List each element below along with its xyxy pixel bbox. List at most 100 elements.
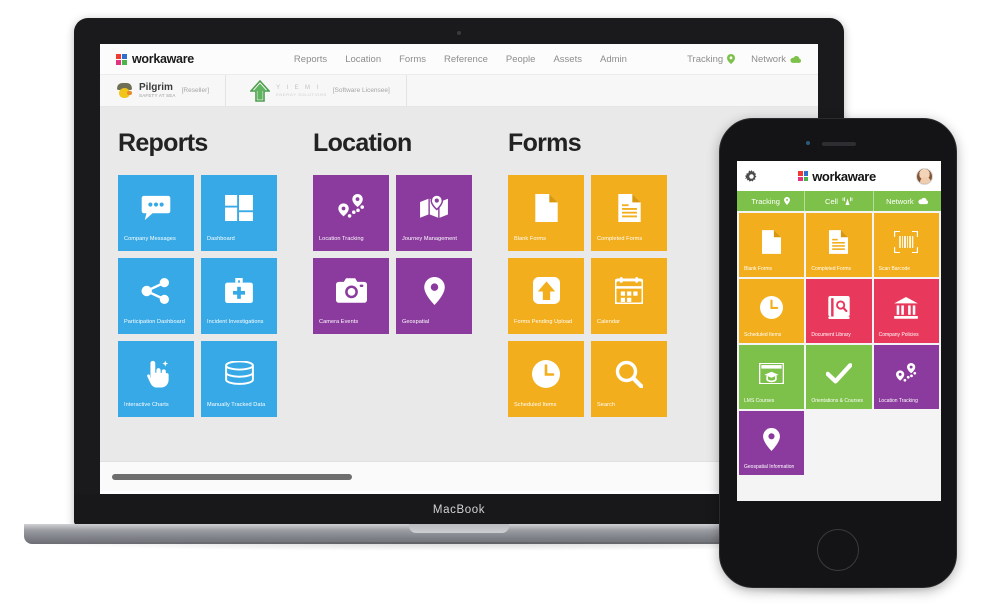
tile-label: Participation Dashboard bbox=[124, 319, 185, 326]
nav-item-admin[interactable]: Admin bbox=[600, 54, 627, 65]
tile-geospatial[interactable]: Geospatial bbox=[396, 258, 472, 334]
tile-scheduled-items[interactable]: Scheduled Items bbox=[508, 341, 584, 417]
mobile-tile-scheduled-items[interactable]: Scheduled Items bbox=[739, 279, 805, 343]
lined-document-icon bbox=[591, 175, 667, 236]
scrollbar-thumb[interactable] bbox=[112, 473, 352, 480]
nav-item-reference[interactable]: Reference bbox=[444, 54, 488, 65]
tile-calendar[interactable]: Calendar bbox=[591, 258, 667, 334]
tile-label: Calendar bbox=[597, 319, 621, 326]
workaware-logo-text: workaware bbox=[132, 52, 194, 66]
tile-label: Company Messages bbox=[124, 236, 176, 243]
licensee-tag: [Software Licensee] bbox=[332, 87, 390, 94]
nav-item-assets[interactable]: Assets bbox=[553, 54, 582, 65]
avatar[interactable] bbox=[915, 167, 933, 185]
mobile-status-tracking[interactable]: Tracking bbox=[737, 191, 806, 211]
mobile-tile-geospatial-information[interactable]: Geospatial Information bbox=[739, 411, 805, 475]
map-pin-icon bbox=[739, 411, 804, 464]
tile-forms-pending-upload[interactable]: Forms Pending Upload bbox=[508, 258, 584, 334]
group-title-forms: Forms bbox=[508, 129, 582, 157]
pointer-hand-icon bbox=[118, 341, 194, 402]
tile-company-messages[interactable]: Company Messages bbox=[118, 175, 194, 251]
mobile-status-cell[interactable]: Cell bbox=[805, 191, 874, 211]
scrollbar-track[interactable] bbox=[110, 473, 808, 480]
horizontal-scrollbar-area bbox=[100, 461, 818, 491]
route-pins-icon bbox=[874, 345, 939, 398]
tile-label: Forms Pending Upload bbox=[514, 319, 573, 326]
nav-item-people[interactable]: People bbox=[506, 54, 536, 65]
mobile-tile-document-library[interactable]: Document Library bbox=[806, 279, 872, 343]
calendar-icon bbox=[591, 258, 667, 319]
nav-item-forms[interactable]: Forms bbox=[399, 54, 426, 65]
tile-label: Completed Forms bbox=[811, 265, 852, 272]
tile-blank-forms[interactable]: Blank Forms bbox=[508, 175, 584, 251]
mobile-tile-orientations-courses[interactable]: Orientations & Courses bbox=[806, 345, 872, 409]
nav-item-location[interactable]: Location bbox=[345, 54, 381, 65]
tile-label: Scan Barcode bbox=[878, 265, 911, 272]
book-search-icon bbox=[806, 279, 871, 332]
status-network-label: Network bbox=[751, 53, 786, 65]
licensee-name: Y I E M I bbox=[276, 84, 321, 91]
licensee-badge: Y I E M I ENERGY SOLUTIONS [Software Lic… bbox=[226, 75, 407, 106]
tile-grid-location: Location Tracking Journey Management Cam… bbox=[313, 175, 472, 334]
status-tracking[interactable]: Tracking bbox=[687, 54, 736, 65]
blank-document-icon bbox=[739, 213, 804, 266]
pilgrim-logo-icon bbox=[116, 82, 133, 99]
macbook-hinge-notch bbox=[409, 524, 509, 533]
chat-bubble-icon bbox=[118, 175, 194, 236]
mobile-status-tracking-label: Tracking bbox=[751, 196, 780, 206]
tile-label: Blank Forms bbox=[514, 236, 546, 243]
status-network[interactable]: Network bbox=[751, 54, 802, 65]
main-navigation: Reports Location Forms Reference People … bbox=[294, 54, 627, 65]
earpiece-speaker bbox=[822, 142, 856, 146]
group-location: Location Location Tracking Journey Manag… bbox=[313, 129, 472, 461]
tile-dashboard[interactable]: Dashboard bbox=[201, 175, 277, 251]
iphone-body: workaware Tracking Cell Network Blank Fo… bbox=[719, 118, 957, 588]
iphone-shadow bbox=[725, 586, 951, 596]
tile-label: Scheduled Items bbox=[744, 331, 782, 338]
mobile-tile-location-tracking[interactable]: Location Tracking bbox=[873, 345, 939, 409]
camera-icon bbox=[313, 258, 389, 319]
reseller-tag: [Reseller] bbox=[181, 87, 210, 94]
tile-label: Document Library bbox=[811, 331, 851, 338]
mobile-status-network[interactable]: Network bbox=[874, 191, 941, 211]
tile-label: Incident Investigations bbox=[207, 319, 264, 326]
tiles-dashboard: Reports Company Messages Dashboard Parti… bbox=[100, 107, 818, 461]
cloud-icon bbox=[790, 55, 801, 63]
tile-label: Camera Events bbox=[319, 319, 359, 326]
tile-location-tracking[interactable]: Location Tracking bbox=[313, 175, 389, 251]
front-camera-icon bbox=[806, 141, 810, 145]
home-button[interactable] bbox=[817, 529, 859, 571]
tile-search[interactable]: Search bbox=[591, 341, 667, 417]
signal-bars-icon bbox=[842, 196, 853, 205]
mobile-tile-blank-forms[interactable]: Blank Forms bbox=[739, 213, 805, 277]
mobile-tile-completed-forms[interactable]: Completed Forms bbox=[806, 213, 872, 277]
tile-incident-investigations[interactable]: Incident Investigations bbox=[201, 258, 277, 334]
magnifier-icon bbox=[591, 341, 667, 402]
dashboard-grid-icon bbox=[201, 175, 277, 236]
tile-participation-dashboard[interactable]: Participation Dashboard bbox=[118, 258, 194, 334]
macbook-label: MacBook bbox=[432, 504, 486, 516]
tile-grid-forms: Blank Forms Completed Forms Forms Pendin… bbox=[508, 175, 667, 417]
mobile-tile-company-policies[interactable]: Company Policies bbox=[873, 279, 939, 343]
lined-document-icon bbox=[806, 213, 871, 266]
cloud-icon bbox=[917, 197, 928, 205]
tile-camera-events[interactable]: Camera Events bbox=[313, 258, 389, 334]
reseller-badge: Pilgrim SAFETY AT SEA [Reseller] bbox=[100, 75, 227, 106]
tile-journey-management[interactable]: Journey Management bbox=[396, 175, 472, 251]
mobile-app-header: workaware bbox=[737, 161, 941, 191]
gear-icon[interactable] bbox=[745, 169, 758, 183]
mobile-tile-scan-barcode[interactable]: Scan Barcode bbox=[873, 213, 939, 277]
mobile-workaware-logo: workaware bbox=[798, 169, 876, 184]
tile-label: Company Policies bbox=[878, 331, 919, 338]
app-sub-navbar: Pilgrim SAFETY AT SEA [Reseller] Y I E M… bbox=[100, 75, 818, 107]
barcode-scan-icon bbox=[874, 213, 939, 266]
tile-completed-forms[interactable]: Completed Forms bbox=[591, 175, 667, 251]
group-title-location: Location bbox=[313, 129, 412, 157]
workaware-logo[interactable]: workaware bbox=[116, 52, 194, 66]
first-aid-kit-icon bbox=[201, 258, 277, 319]
mobile-tile-lms-courses[interactable]: LMS Courses bbox=[739, 345, 805, 409]
tile-interactive-charts[interactable]: Interactive Charts bbox=[118, 341, 194, 417]
tile-manually-tracked-data[interactable]: Manually Tracked Data bbox=[201, 341, 277, 417]
nav-item-reports[interactable]: Reports bbox=[294, 54, 327, 65]
group-title-reports: Reports bbox=[118, 129, 208, 157]
